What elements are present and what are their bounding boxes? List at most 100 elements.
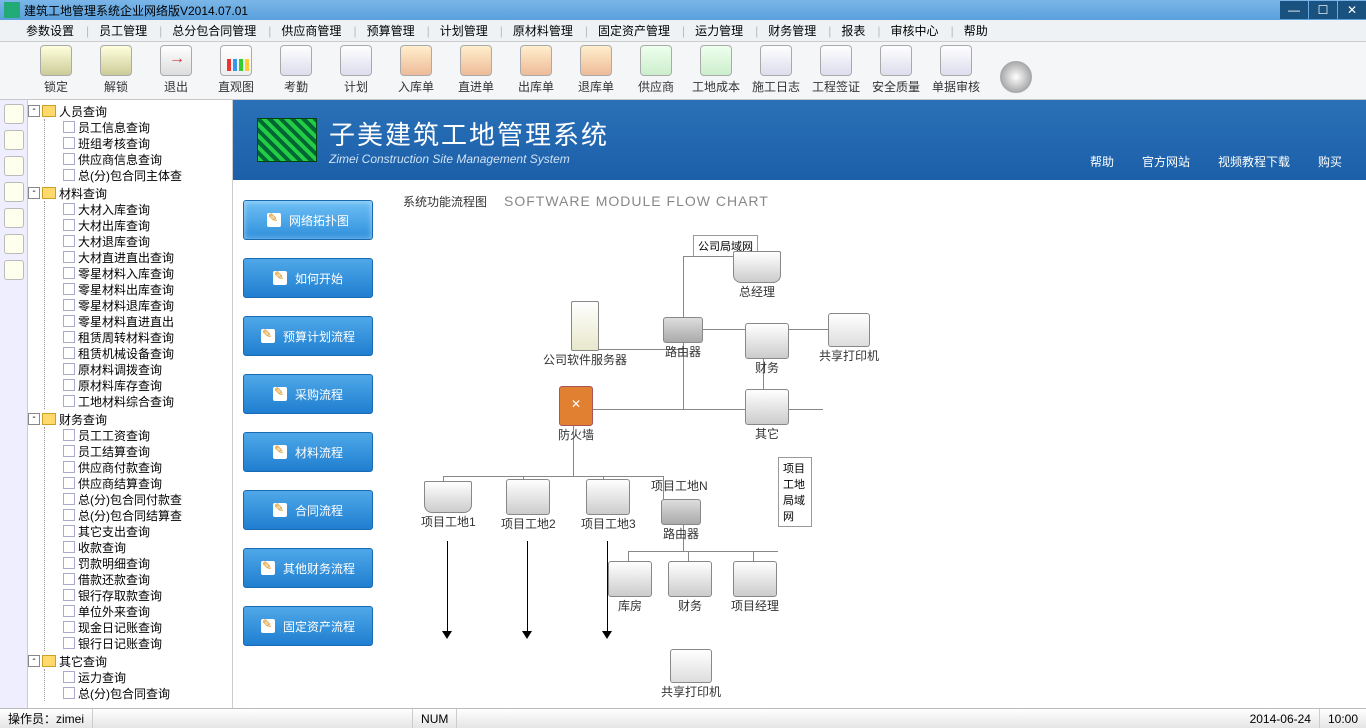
side-button[interactable]: 如何开始	[243, 258, 373, 298]
tree-item[interactable]: 大材入库查询	[49, 201, 232, 217]
side-button[interactable]: 固定资产流程	[243, 606, 373, 646]
toolbar-button[interactable]: 直观图	[210, 45, 262, 97]
tree-item[interactable]: 租赁机械设备查询	[49, 345, 232, 361]
tree-item[interactable]: 大材退库查询	[49, 233, 232, 249]
menu-item[interactable]: 计划管理	[434, 20, 494, 41]
toolbar-button[interactable]: 解锁	[90, 45, 142, 97]
tree-item[interactable]: 单位外来查询	[49, 603, 232, 619]
tree-item-label: 工地材料综合查询	[78, 393, 174, 410]
exit-icon	[160, 45, 192, 76]
menu-item[interactable]: 员工管理	[93, 20, 153, 41]
banner-link[interactable]: 购买	[1318, 153, 1342, 170]
tree-group[interactable]: -其它查询	[28, 653, 232, 669]
menu-item[interactable]: 总分包合同管理	[166, 20, 262, 41]
toolbar: 锁定解锁退出直观图考勤计划入库单直进单出库单退库单供应商工地成本施工日志工程签证…	[0, 42, 1366, 100]
rail-icon[interactable]	[4, 156, 24, 176]
rail-icon[interactable]	[4, 260, 24, 280]
rail-icon[interactable]	[4, 104, 24, 124]
rail-icon[interactable]	[4, 182, 24, 202]
tree-item[interactable]: 大材出库查询	[49, 217, 232, 233]
tree-item[interactable]: 银行日记账查询	[49, 635, 232, 651]
tree-item-label: 总(分)包合同查询	[78, 685, 170, 702]
banner-link[interactable]: 视频教程下载	[1218, 153, 1290, 170]
tree-item[interactable]: 零星材料出库查询	[49, 281, 232, 297]
toolbar-button[interactable]: 计划	[330, 45, 382, 97]
toolbar-button[interactable]: 直进单	[450, 45, 502, 97]
menu-item[interactable]: 预算管理	[361, 20, 421, 41]
menu-item[interactable]: 固定资产管理	[592, 20, 676, 41]
toolbar-button[interactable]: 施工日志	[750, 45, 802, 97]
toolbar-button[interactable]: 退出	[150, 45, 202, 97]
expand-icon[interactable]: -	[28, 655, 40, 667]
tree-item[interactable]: 原材料库存查询	[49, 377, 232, 393]
rail-icon[interactable]	[4, 208, 24, 228]
tree-item[interactable]: 供应商信息查询	[49, 151, 232, 167]
tree-item[interactable]: 员工结算查询	[49, 443, 232, 459]
banner-link[interactable]: 帮助	[1090, 153, 1114, 170]
toolbar-button[interactable]: 退库单	[570, 45, 622, 97]
tree-item[interactable]: 银行存取款查询	[49, 587, 232, 603]
tree-item[interactable]: 零星材料入库查询	[49, 265, 232, 281]
tree-item[interactable]: 运力查询	[49, 669, 232, 685]
side-button[interactable]: 采购流程	[243, 374, 373, 414]
menu-item[interactable]: 运力管理	[689, 20, 749, 41]
side-button[interactable]: 材料流程	[243, 432, 373, 472]
menu-item[interactable]: 参数设置	[20, 20, 80, 41]
tree-item[interactable]: 现金日记账查询	[49, 619, 232, 635]
window-max-button[interactable]: ☐	[1309, 1, 1337, 19]
tree-item[interactable]: 班组考核查询	[49, 135, 232, 151]
toolbar-button[interactable]: 安全质量	[870, 45, 922, 97]
rail-icon[interactable]	[4, 234, 24, 254]
toolbar-button[interactable]: 锁定	[30, 45, 82, 97]
side-button[interactable]: 预算计划流程	[243, 316, 373, 356]
tree-item[interactable]: 供应商付款查询	[49, 459, 232, 475]
tree-group[interactable]: -人员查询	[28, 103, 232, 119]
tree-item[interactable]: 大材直进直出查询	[49, 249, 232, 265]
menu-item[interactable]: 审核中心	[885, 20, 945, 41]
toolbar-button[interactable]	[990, 45, 1042, 97]
menu-item[interactable]: 供应商管理	[275, 20, 347, 41]
side-button[interactable]: 其他财务流程	[243, 548, 373, 588]
tree-item[interactable]: 员工信息查询	[49, 119, 232, 135]
tree-item[interactable]: 收款查询	[49, 539, 232, 555]
banner-link[interactable]: 官方网站	[1142, 153, 1190, 170]
window-min-button[interactable]: —	[1280, 1, 1308, 19]
leaf-icon	[63, 637, 75, 649]
tree-item[interactable]: 其它支出查询	[49, 523, 232, 539]
menu-item[interactable]: 帮助	[958, 20, 994, 41]
tree-item[interactable]: 工地材料综合查询	[49, 393, 232, 409]
toolbar-button[interactable]: 入库单	[390, 45, 442, 97]
tree-item[interactable]: 总(分)包合同主体查	[49, 167, 232, 183]
tree-item[interactable]: 总(分)包合同付款查	[49, 491, 232, 507]
side-button[interactable]: 网络拓扑图	[243, 200, 373, 240]
window-close-button[interactable]: ✕	[1338, 1, 1366, 19]
tree-item[interactable]: 总(分)包合同结算查	[49, 507, 232, 523]
leaf-icon	[63, 493, 75, 505]
rail-icon[interactable]	[4, 130, 24, 150]
toolbar-button[interactable]: 供应商	[630, 45, 682, 97]
tree-item[interactable]: 借款还款查询	[49, 571, 232, 587]
tree-item[interactable]: 罚款明细查询	[49, 555, 232, 571]
tree-item[interactable]: 租赁周转材料查询	[49, 329, 232, 345]
tree-item[interactable]: 总(分)包合同查询	[49, 685, 232, 701]
tree-group[interactable]: -财务查询	[28, 411, 232, 427]
tree-item[interactable]: 供应商结算查询	[49, 475, 232, 491]
tree-item[interactable]: 原材料调拨查询	[49, 361, 232, 377]
tree-item[interactable]: 员工工资查询	[49, 427, 232, 443]
menu-item[interactable]: 报表	[835, 20, 871, 41]
expand-icon[interactable]: -	[28, 105, 40, 117]
menu-item[interactable]: 原材料管理	[507, 20, 579, 41]
side-button[interactable]: 合同流程	[243, 490, 373, 530]
menu-item[interactable]: 财务管理	[762, 20, 822, 41]
toolbar-button[interactable]: 工地成本	[690, 45, 742, 97]
tree-item[interactable]: 零星材料直进直出	[49, 313, 232, 329]
expand-icon[interactable]: -	[28, 187, 40, 199]
tree-item[interactable]: 零星材料退库查询	[49, 297, 232, 313]
toolbar-button[interactable]: 单据审核	[930, 45, 982, 97]
tree-group[interactable]: -材料查询	[28, 185, 232, 201]
toolbar-button[interactable]: 工程签证	[810, 45, 862, 97]
toolbar-button[interactable]: 出库单	[510, 45, 562, 97]
expand-icon[interactable]: -	[28, 413, 40, 425]
leaf-icon	[63, 589, 75, 601]
toolbar-button[interactable]: 考勤	[270, 45, 322, 97]
